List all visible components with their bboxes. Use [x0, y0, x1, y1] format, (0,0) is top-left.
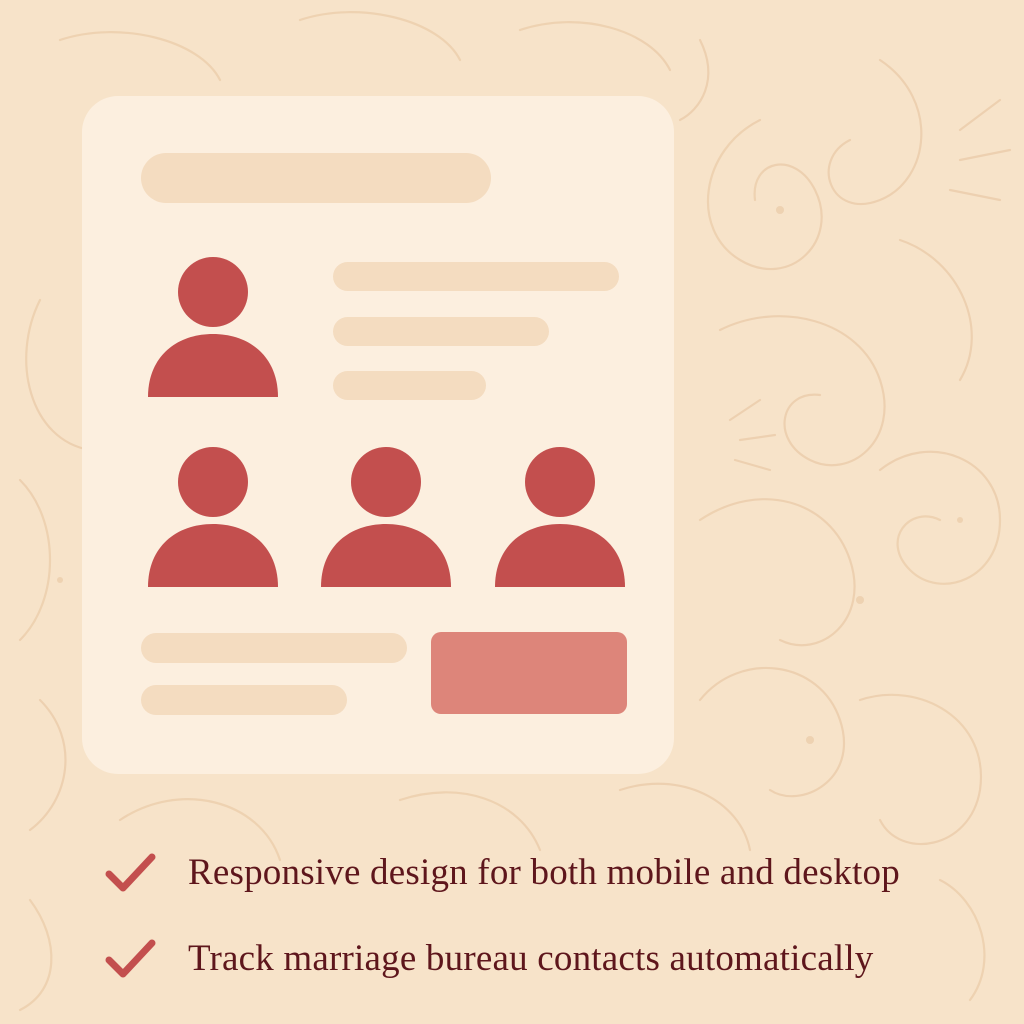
text-line-placeholder [141, 633, 407, 663]
user-icon [148, 447, 278, 587]
feature-text: Responsive design for both mobile and de… [188, 851, 900, 893]
text-line-placeholder [141, 685, 347, 715]
text-line-placeholder [333, 371, 486, 400]
feature-item: Track marriage bureau contacts automatic… [102, 934, 874, 982]
user-icon [321, 447, 451, 587]
profile-card [82, 96, 674, 774]
checkmark-icon [105, 939, 156, 978]
action-button-placeholder[interactable] [431, 632, 627, 714]
feature-text: Track marriage bureau contacts automatic… [188, 937, 874, 979]
title-placeholder [141, 153, 491, 203]
text-line-placeholder [333, 317, 549, 346]
checkmark-icon [105, 853, 156, 892]
user-icon [148, 257, 278, 397]
feature-item: Responsive design for both mobile and de… [102, 848, 900, 896]
user-icon [495, 447, 625, 587]
text-line-placeholder [333, 262, 619, 291]
